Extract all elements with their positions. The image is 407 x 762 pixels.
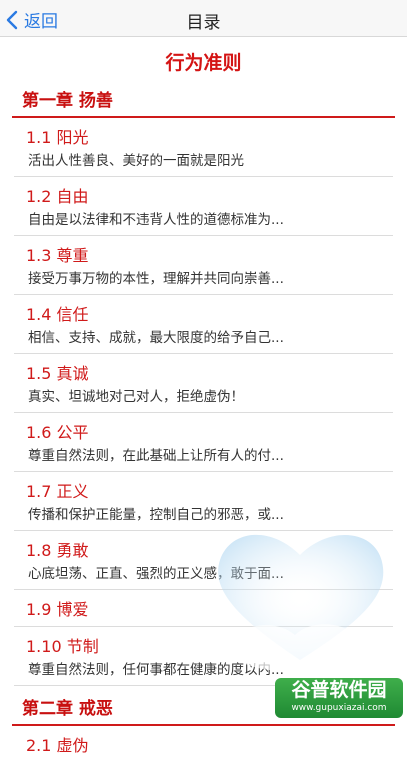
item-desc: 真实、坦诚地对己对人，拒绝虚伪！ (28, 389, 244, 405)
item-title: 1.9 博爱 (26, 600, 89, 619)
item-title: 1.4 信任 (26, 305, 89, 324)
chapter-header[interactable]: 第一章 扬善 (12, 78, 395, 118)
item-title: 1.3 尊重 (26, 246, 89, 265)
item-desc: 自由是以法律和不违背人性的道德标准为... (28, 212, 284, 228)
list-item[interactable]: 1.3 尊重 接受万事万物的本性，理解并共同向崇善... (14, 236, 393, 295)
list-item[interactable]: 1.9 博爱 (14, 590, 393, 627)
list-item[interactable]: 1.8 勇敢 心底坦荡、正直、强烈的正义感，敢于面... (14, 531, 393, 590)
item-title: 1.2 自由 (26, 187, 89, 206)
item-desc: 相信、支持、成就，最大限度的给予自己... (28, 330, 284, 346)
list-item[interactable]: 2.1 虚伪 (14, 726, 393, 762)
watermark-url: www.gupuxiazai.com (291, 703, 387, 713)
list-item[interactable]: 1.7 正义 传播和保护正能量，控制自己的邪恶，或... (14, 472, 393, 531)
item-desc: 接受万事万物的本性，理解并共同向崇善... (28, 271, 284, 287)
list-item[interactable]: 1.2 自由 自由是以法律和不违背人性的道德标准为... (14, 177, 393, 236)
list-item[interactable]: 1.5 真诚 真实、坦诚地对己对人，拒绝虚伪！ (14, 354, 393, 413)
list-item[interactable]: 1.6 公平 尊重自然法则，在此基础上让所有人的付... (14, 413, 393, 472)
item-title: 1.7 正义 (26, 482, 89, 501)
list-item[interactable]: 1.4 信任 相信、支持、成就，最大限度的给予自己... (14, 295, 393, 354)
watermark-logo: 谷普软件园 www.gupuxiazai.com (275, 678, 403, 718)
item-title: 1.6 公平 (26, 423, 89, 442)
page-title: 行为准则 (165, 52, 242, 74)
watermark-text: 谷普软件园 (291, 679, 387, 701)
item-desc: 活出人性善良、美好的一面就是阳光 (28, 153, 244, 169)
item-title: 1.1 阳光 (26, 128, 89, 147)
item-title: 1.5 真诚 (26, 364, 89, 383)
item-desc: 心底坦荡、正直、强烈的正义感，敢于面... (28, 566, 284, 582)
item-desc: 尊重自然法则，在此基础上让所有人的付... (28, 448, 284, 464)
item-title: 1.8 勇敢 (26, 541, 89, 560)
nav-title: 目录 (186, 13, 221, 33)
item-title: 2.1 虚伪 (26, 736, 89, 755)
item-title: 1.10 节制 (26, 637, 99, 656)
navigation-bar: 返回 目录 (0, 0, 407, 37)
item-desc: 传播和保护正能量，控制自己的邪恶，或... (28, 507, 284, 523)
item-desc: 尊重自然法则，任何事都在健康的度以内... (28, 662, 284, 678)
list-item[interactable]: 1.1 阳光 活出人性善良、美好的一面就是阳光 (14, 118, 393, 177)
